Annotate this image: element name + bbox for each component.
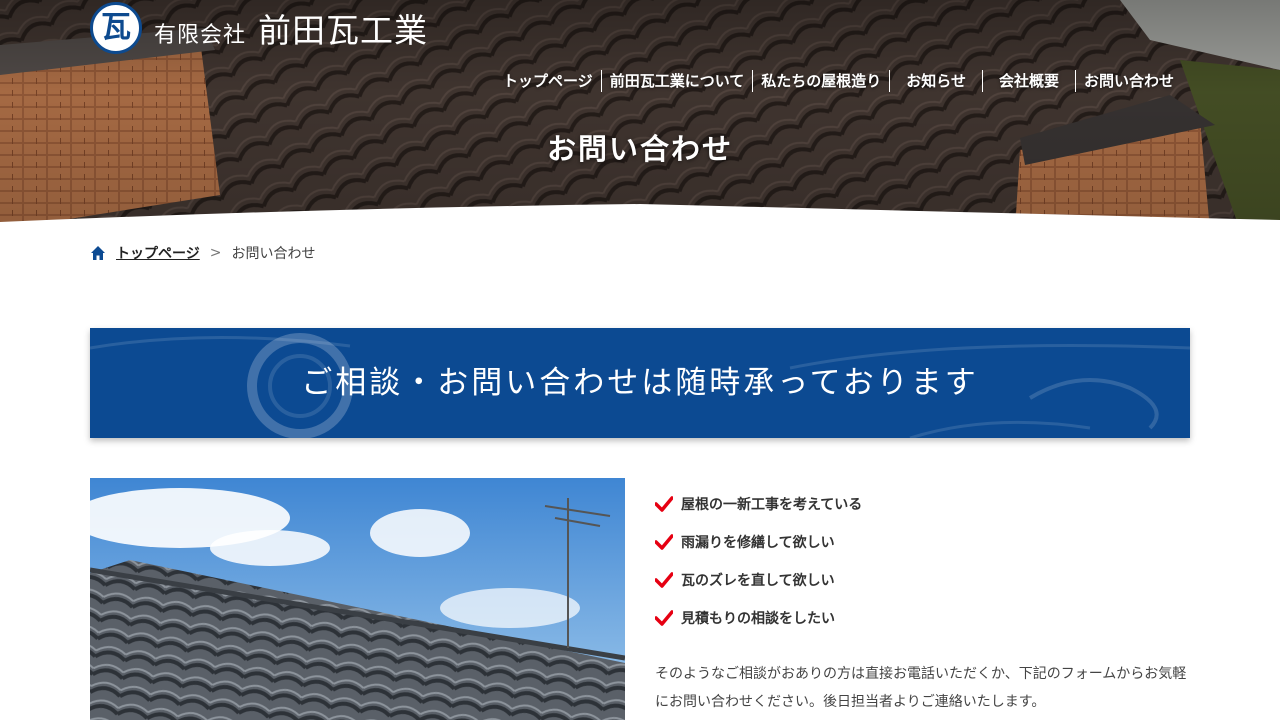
global-nav: トップページ 前田瓦工業について 私たちの屋根造り お知らせ 会社概要 お問い合… <box>495 70 1182 92</box>
site-logo[interactable]: 瓦 有限会社 前田瓦工業 <box>90 2 428 54</box>
nav-company[interactable]: 会社概要 <box>981 70 1075 92</box>
contact-description: そのようなご相談がおありの方は直接お電話いただくか、下記のフォームからお気軽にお… <box>655 666 1187 710</box>
check-icon <box>655 610 673 626</box>
nav-contact[interactable]: お問い合わせ <box>1074 70 1182 92</box>
list-item: 見積もりの相談をしたい <box>655 599 862 637</box>
breadcrumb-separator: > <box>209 245 222 261</box>
contact-banner: ご相談・お問い合わせは随時承っております <box>90 328 1190 438</box>
check-icon <box>655 572 673 588</box>
logo-mark-icon: 瓦 <box>90 2 142 54</box>
page-title: お問い合わせ <box>546 132 733 166</box>
hero-bottom-wave <box>0 204 1280 230</box>
banner-heading: ご相談・お問い合わせは随時承っております <box>301 365 979 401</box>
list-item: 雨漏りを修繕して欲しい <box>655 523 862 561</box>
breadcrumb-current: お問い合わせ <box>231 246 316 262</box>
concern-checklist: 屋根の一新工事を考えている 雨漏りを修繕して欲しい 瓦のズレを直して欲しい 見積… <box>655 485 862 637</box>
nav-news[interactable]: お知らせ <box>889 70 982 92</box>
breadcrumb-home-link[interactable]: トップページ <box>116 243 200 263</box>
hero-header: 瓦 有限会社 前田瓦工業 トップページ 前田瓦工業について 私たちの屋根造り お… <box>0 0 1280 230</box>
list-item: 瓦のズレを直して欲しい <box>655 561 862 599</box>
home-icon <box>91 246 105 260</box>
list-item: 屋根の一新工事を考えている <box>655 485 862 523</box>
company-prefix: 有限会社 <box>154 23 247 48</box>
check-icon <box>655 496 673 512</box>
company-name: 前田瓦工業 <box>258 11 429 50</box>
nav-about[interactable]: 前田瓦工業について <box>600 70 753 92</box>
nav-roofing[interactable]: 私たちの屋根造り <box>752 70 889 92</box>
roof-photo <box>90 478 625 720</box>
check-icon <box>655 534 673 550</box>
breadcrumb: トップページ > お問い合わせ <box>90 243 315 263</box>
nav-home[interactable]: トップページ <box>495 70 601 92</box>
